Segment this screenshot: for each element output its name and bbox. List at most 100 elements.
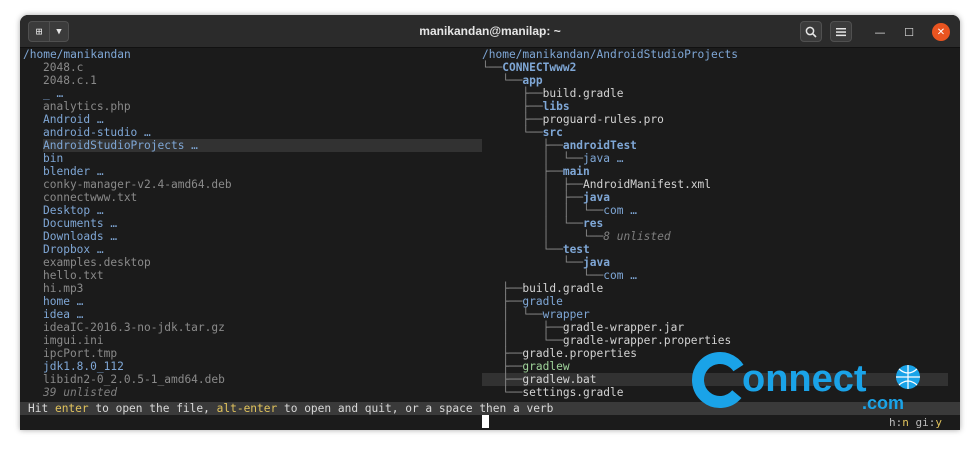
directory-item[interactable]: _ … [43,87,63,100]
tree-guide: ├── [482,282,523,295]
tree-item-name: gradle-wrapper.jar [562,321,685,334]
directory-item[interactable]: Desktop … [43,204,104,217]
file-item[interactable]: analytics.php [43,100,131,113]
tree-guide: └── [482,74,523,87]
file-item[interactable]: hello.txt [43,269,104,282]
tree-guide: │ └── [482,334,563,347]
close-button[interactable]: ✕ [932,23,950,41]
tree-guide: ├── [482,113,543,126]
file-item[interactable]: examples.desktop [43,256,151,269]
connect-watermark-logo: onnect .com [692,352,920,413]
tree-item[interactable]: ├──androidTest [482,139,637,152]
tree-guide: │ └── [482,217,584,230]
hamburger-menu-button[interactable] [830,21,852,42]
file-item[interactable]: connectwww.txt [43,191,137,204]
item-name: hello.txt [43,269,104,282]
item-name: bin [43,152,64,165]
directory-item[interactable]: idea … [43,308,83,321]
item-name: jdk1.8.0_112 [43,360,124,373]
file-item[interactable]: ipcPort.tmp [43,347,117,360]
tree-item-name: gradle.properties [522,347,637,360]
file-item[interactable]: 2048.c.1 [43,74,97,87]
item-name: 2048.c [43,61,84,74]
tree-item[interactable]: │ ├──AndroidManifest.xml [482,178,711,191]
file-item[interactable]: hi.mp3 [43,282,83,295]
maximize-button[interactable]: ☐ [900,23,918,41]
directory-item[interactable]: Android … [43,113,104,126]
tree-item[interactable]: ├──build.gradle [482,282,603,295]
tree-item-name: gradlew.bat [522,373,597,386]
tree-item[interactable]: │ └──res [482,217,604,230]
tree-guide: │ ├── [482,321,563,334]
tree-guide: │ ├── [482,178,584,191]
tree-item-name: java [583,191,610,204]
item-name: examples.desktop [43,256,151,269]
tree-item[interactable]: ├──libs [482,100,569,113]
tree-item[interactable]: └──CONNECTwww2 [482,61,576,74]
tree-item[interactable]: └──app [482,74,542,87]
maximize-icon: ☐ [904,25,914,39]
watermark-brand: onnect [742,358,867,400]
tree-item-name: src [542,126,563,139]
tree-item[interactable]: ├──gradle [482,295,563,308]
item-name: Dropbox … [43,243,104,256]
tree-item[interactable]: └──java [482,256,610,269]
tree-guide: │ │ └── [482,204,604,217]
tree-item[interactable]: │ ├──java [482,191,610,204]
tree-item[interactable]: ├──proguard-rules.pro [482,113,664,126]
search-button[interactable] [800,21,822,42]
tree-item-name: proguard-rules.pro [542,113,664,126]
directory-item[interactable]: blender … [43,165,104,178]
item-name: blender … [43,165,104,178]
tree-guide: └── [482,243,563,256]
tree-item-name: build.gradle [522,282,604,295]
tree-item[interactable]: ├──build.gradle [482,87,623,100]
tree-item[interactable]: ├──gradle.properties [482,347,637,360]
tree-item-name: gradle [522,295,563,308]
tree-item-name: 8 unlisted [603,230,671,243]
tree-item[interactable]: └──test [482,243,590,256]
tree-item-name: settings.gradle [522,386,624,399]
item-name: hi.mp3 [43,282,84,295]
tree-item-name: main [562,165,590,178]
directory-item[interactable]: android-studio … [43,126,151,139]
tree-item-name: AndroidManifest.xml [583,178,712,191]
input-cursor[interactable] [482,415,489,428]
watermark-suffix: .com [862,393,904,413]
item-name: connectwww.txt [43,191,138,204]
tree-item[interactable]: ├──gradlew [482,360,569,373]
tree-guide: ├── [482,100,543,113]
tree-guide: ├── [482,87,543,100]
flag-hints: h:n gi:y [889,416,942,429]
file-item[interactable]: ideaIC-2016.3-no-jdk.tar.gz [43,321,225,334]
directory-item[interactable]: home … [43,295,83,308]
item-name: conky-manager-v2.4-amd64.deb [43,178,232,191]
tree-item[interactable]: └──com … [482,269,637,282]
tree-item[interactable]: │ └──java … [482,152,624,165]
item-name: _ … [43,87,64,100]
tree-item[interactable]: │ │ └──com … [482,204,637,217]
directory-item[interactable]: bin [43,152,63,165]
right-panel-path: /home/manikandan/AndroidStudioProjects [482,48,738,61]
file-item[interactable]: conky-manager-v2.4-amd64.deb [43,178,232,191]
minimize-button[interactable]: — [871,23,889,41]
tree-item[interactable]: │ ├──gradle-wrapper.jar [482,321,684,334]
item-name: Desktop … [43,204,104,217]
file-item[interactable]: libidn2-0_2.0.5-1_amd64.deb [43,373,225,386]
directory-item[interactable]: Downloads … [43,230,117,243]
tree-item[interactable]: │ └──wrapper [482,308,590,321]
tree-guide: └── [482,269,604,282]
file-item[interactable]: imgui.ini [43,334,104,347]
file-item[interactable]: 2048.c [43,61,83,74]
directory-item[interactable]: AndroidStudioProjects … [43,139,482,152]
tree-item[interactable]: ├──main [482,165,590,178]
tree-item-name: com … [603,204,637,217]
tree-item[interactable]: └──settings.gradle [482,386,623,399]
directory-item[interactable]: jdk1.8.0_112 [43,360,124,373]
directory-item[interactable]: Documents … [43,217,117,230]
tree-guide: └── [482,126,543,139]
tree-item[interactable]: └──src [482,126,563,139]
tree-guide: └── [482,386,523,399]
status-key-alt-enter: alt-enter [216,402,278,415]
directory-item[interactable]: Dropbox … [43,243,104,256]
